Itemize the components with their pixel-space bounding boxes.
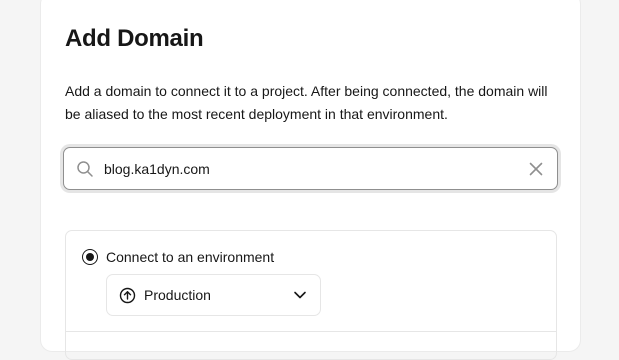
- dialog-description: Add a domain to connect it to a project.…: [65, 83, 548, 122]
- search-icon: [76, 160, 94, 178]
- connect-options-panel: Connect to an environment Production: [65, 230, 557, 360]
- connect-environment-radio[interactable]: [82, 249, 98, 265]
- dialog-title: Add Domain: [65, 25, 204, 52]
- domain-search-field[interactable]: [63, 147, 558, 190]
- add-domain-dialog: Add Domain Add a domain to connect it to…: [40, 0, 581, 360]
- environment-select[interactable]: Production: [106, 274, 321, 316]
- chevron-down-icon: [292, 287, 308, 303]
- connect-environment-option[interactable]: Connect to an environment: [82, 249, 274, 265]
- domain-input[interactable]: [104, 148, 527, 189]
- divider: [66, 331, 556, 332]
- close-icon[interactable]: [527, 160, 545, 178]
- connect-environment-label: Connect to an environment: [106, 249, 275, 265]
- environment-select-value: Production: [144, 287, 211, 303]
- arrow-up-circle-icon: [119, 287, 136, 304]
